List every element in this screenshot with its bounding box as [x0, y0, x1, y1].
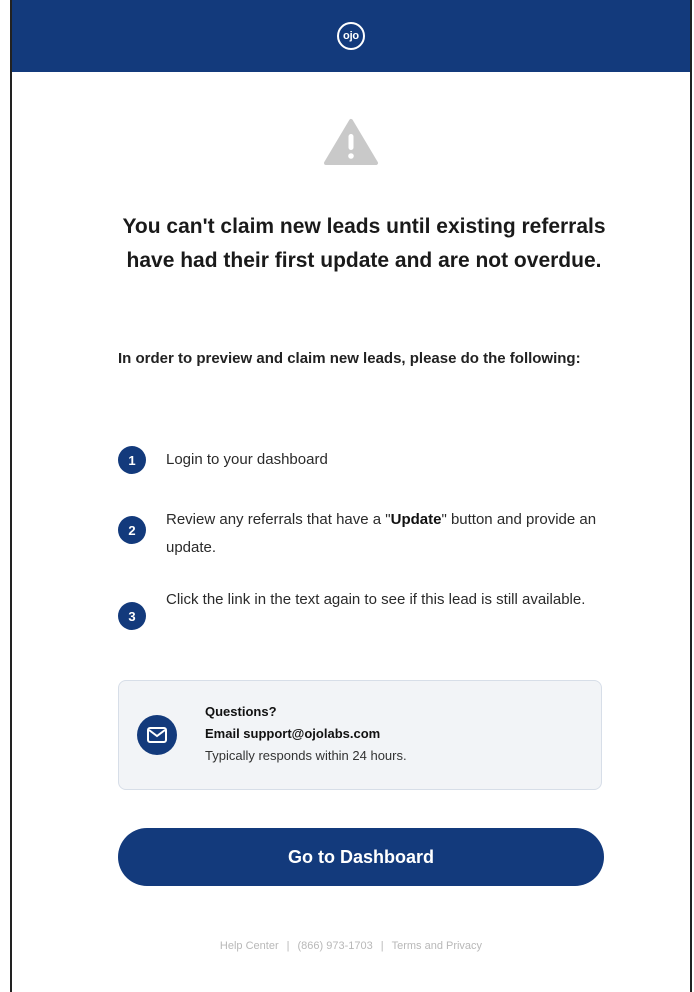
step-text: Login to your dashboard	[166, 451, 328, 468]
step-text: Review any referrals that have a "Update…	[166, 506, 616, 562]
step-1: 1 Login to your dashboard	[118, 446, 618, 474]
step-text-part: Review any referrals that have a "	[166, 511, 391, 528]
step-number-badge: 3	[118, 602, 146, 630]
instructions-intro: In order to preview and claim new leads,…	[118, 350, 581, 367]
contact-heading: Questions?	[205, 704, 277, 719]
contact-card: Questions? Email support@ojolabs.com Typ…	[118, 680, 602, 790]
go-to-dashboard-button[interactable]: Go to Dashboard	[118, 828, 604, 886]
alert-title: You can't claim new leads until existing…	[122, 215, 606, 272]
step-number-badge: 1	[118, 446, 146, 474]
update-keyword: Update	[390, 511, 442, 528]
footer-separator: |	[286, 940, 290, 952]
contact-text: Questions? Email support@ojolabs.com Typ…	[205, 701, 407, 767]
phone-link[interactable]: (866) 973-1703	[297, 940, 372, 952]
step-2: 2 Review any referrals that have a "Upda…	[118, 506, 618, 562]
footer: Help Center | (866) 973-1703 | Terms and Pri…	[12, 940, 690, 952]
top-bar: ojo	[12, 0, 690, 72]
footer-separator: |	[380, 940, 384, 952]
step-text: Click the link in the text again to see …	[166, 591, 586, 608]
step-3: 3 Click the link in the text again to se…	[118, 586, 618, 630]
page-frame: ojo You can't claim new leads until exis…	[10, 0, 692, 992]
step-number-badge: 2	[118, 516, 146, 544]
logo-text: ojo	[343, 30, 359, 42]
support-email[interactable]: Email support@ojolabs.com	[205, 723, 407, 745]
help-center-link[interactable]: Help Center	[220, 940, 279, 952]
response-time: Typically responds within 24 hours.	[205, 748, 407, 763]
warning-triangle-icon	[324, 119, 378, 165]
ojo-logo[interactable]: ojo	[337, 22, 365, 50]
mail-icon	[137, 715, 177, 755]
terms-privacy-link[interactable]: Terms and Privacy	[392, 940, 482, 952]
